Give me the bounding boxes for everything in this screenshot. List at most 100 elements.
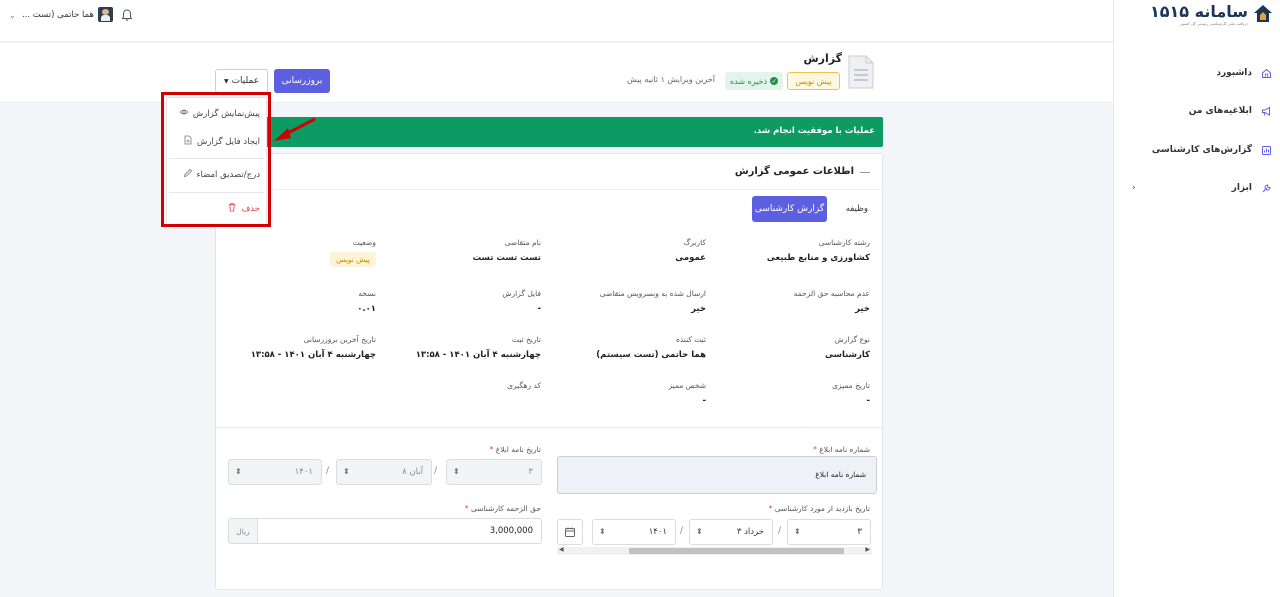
stepper-icon: ⬍ <box>696 527 703 536</box>
logo-subtitle: دریافت ملی کارشناسی رسمی کل کشور <box>1180 21 1248 26</box>
visit-date-day[interactable]: ⬍ ۳ <box>787 519 871 545</box>
notice-number-value: شماره نامه ابلاغ <box>815 470 866 479</box>
field-no-fee: عدم محاسبه حق الزحمه خیر <box>715 289 870 314</box>
stepper-icon: ⬍ <box>794 527 801 536</box>
alert-text: عملیات با موفقیت انجام شد. <box>753 126 875 136</box>
fee-value: 3,000,000 <box>489 526 533 536</box>
document-icon <box>846 54 876 90</box>
field-version: نسخه ۰.۰۱ <box>226 289 376 314</box>
notice-number-field[interactable]: شماره نامه ابلاغ <box>557 456 877 494</box>
fee-input[interactable]: 3,000,000 <box>256 518 542 544</box>
sidebar-item-label: داشبورد <box>1216 68 1252 78</box>
field-label: کد رهگیری <box>507 381 541 390</box>
annotation-highlight-box <box>161 92 271 227</box>
card-divider <box>216 189 882 190</box>
sidebar-item-dashboard[interactable]: داشبورد <box>1216 67 1272 79</box>
field-registrar: ثبت کننده هما حاتمی (تست سیستم) <box>551 335 706 360</box>
calendar-button[interactable] <box>557 519 583 545</box>
card-title: اطلاعات عمومی گزارش <box>734 166 854 177</box>
field-label: تاریخ ثبت <box>511 335 541 344</box>
field-value: - <box>702 396 706 406</box>
stepper-icon: ⬍ <box>599 527 606 536</box>
user-menu[interactable]: هما حاتمی (تست ... <box>22 7 114 22</box>
sidebar-item-tools[interactable]: ابزار <box>1232 182 1272 194</box>
visit-date-year[interactable]: ⬍ ۱۴۰۱ <box>592 519 676 545</box>
visit-month-value: ۳ خرداد <box>736 527 764 537</box>
field-label: ارسال شده به وبسرویس متقاضی <box>599 289 706 298</box>
scroll-right-arrow[interactable]: ▶ <box>865 546 870 553</box>
horizontal-scrollbar[interactable]: ◀ ▶ <box>557 546 872 555</box>
field-label: تاریخ ممیزی <box>832 381 870 390</box>
sidebar-item-label: ابزار <box>1231 183 1252 193</box>
tools-icon <box>1260 182 1272 194</box>
field-value: چهارشنبه ۴ آبان ۱۴۰۱ - ۱۳:۵۸ <box>250 350 376 360</box>
scroll-left-arrow[interactable]: ◀ <box>559 546 564 553</box>
field-value: - <box>537 304 541 314</box>
visit-date-label: تاریخ بازدید از مورد کارشناسی * <box>768 504 870 513</box>
scroll-thumb[interactable] <box>629 548 844 554</box>
field-status: وضعیت پیش نویس <box>226 238 376 267</box>
stepper-icon: ⬍ <box>343 467 350 476</box>
tab-task[interactable]: وظیفه <box>846 204 868 214</box>
fee-label: حق الزحمه کارشناسی * <box>464 504 541 513</box>
notice-date-month[interactable]: ⬍ ۸ آبان <box>336 459 432 485</box>
report-card: اطلاعات عمومی گزارش وظیفه گزارش کارشناسی… <box>215 153 883 590</box>
field-label: کاربرگ <box>683 238 706 247</box>
field-sent-webservice: ارسال شده به وبسرویس متقاضی خیر <box>551 289 706 314</box>
update-button[interactable]: بروزرسانی <box>274 69 330 93</box>
fee-unit: ریال <box>228 518 258 544</box>
field-applicant: نام متقاضی تست تست تست <box>386 238 541 263</box>
notice-year-value: ۱۴۰۱ <box>294 467 313 477</box>
field-label: ثبت کننده <box>675 335 706 344</box>
field-report-type: نوع گزارش کارشناسی <box>715 335 870 360</box>
field-worksheet: کاربرگ عمومی <box>551 238 706 263</box>
field-auditor: شخص ممیز - <box>551 381 706 406</box>
stepper-icon: ⬍ <box>453 467 460 476</box>
field-value: کارشناسی <box>824 350 870 360</box>
visit-day-value: ۳ <box>857 527 862 537</box>
notice-date-day[interactable]: ⬍ ۳ <box>446 459 542 485</box>
notice-date-label: تاریخ نامه ابلاغ * <box>489 445 541 454</box>
notice-date-year[interactable]: ⬍ ۱۴۰۱ <box>228 459 322 485</box>
visit-date-month[interactable]: ⬍ ۳ خرداد <box>689 519 773 545</box>
chevron-down-icon[interactable]: ⌄ <box>9 11 16 20</box>
page-title: گزارش <box>803 52 842 65</box>
field-value: تست تست تست <box>472 253 541 263</box>
field-expertise: رشته کارشناسی کشاورزی و منابع طبیعی <box>715 238 870 263</box>
date-separator: / <box>778 526 782 536</box>
section-divider <box>216 427 882 428</box>
last-edit-text: آخرین ویرایش ۱ ثانیه پیش <box>627 75 715 84</box>
notice-month-value: ۸ آبان <box>402 467 423 477</box>
field-label: شخص ممیز <box>668 381 706 390</box>
field-value: هما حاتمی (تست سیستم) <box>596 350 706 360</box>
date-separator: / <box>434 466 438 476</box>
field-value: خیر <box>855 304 870 314</box>
check-icon: ✓ <box>770 77 779 85</box>
field-value: خیر <box>691 304 706 314</box>
sidebar-item-label: گزارش‌های کارشناسی <box>1151 145 1252 155</box>
report-icon <box>1260 144 1272 156</box>
tab-expert-report[interactable]: گزارش کارشناسی <box>752 196 827 222</box>
field-value: - <box>866 396 870 406</box>
annotation-arrow-icon <box>274 117 316 141</box>
logo-text: سامانه ۱۵۱۵ <box>1150 2 1248 21</box>
sidebar-item-notices[interactable]: ابلاغیه‌های من <box>1189 105 1272 117</box>
home-icon <box>1260 67 1272 79</box>
title-dash <box>860 172 870 173</box>
saved-badge: ✓ ذخیره شده <box>725 72 783 90</box>
user-name: هما حاتمی (تست ... <box>22 9 95 20</box>
field-label: نوع گزارش <box>834 335 870 344</box>
caret-down-icon: ▼ <box>223 77 229 85</box>
notice-day-value: ۳ <box>528 467 533 477</box>
field-label: نسخه <box>358 289 376 298</box>
visit-year-value: ۱۴۰۱ <box>648 527 667 537</box>
field-tracking-code: کد رهگیری <box>386 381 541 396</box>
field-audit-date: تاریخ ممیزی - <box>715 381 870 406</box>
sidebar-item-reports[interactable]: گزارش‌های کارشناسی <box>1152 144 1272 156</box>
draft-badge: پیش نویس <box>787 72 840 90</box>
top-bar: ⌄ هما حاتمی (تست ... <box>0 0 1113 42</box>
logo[interactable]: سامانه ۱۵۱۵ دریافت ملی کارشناسی رسمی کل … <box>1150 3 1274 26</box>
bell-icon[interactable] <box>120 8 134 22</box>
operations-button[interactable]: عملیات ▼ <box>215 69 268 93</box>
chevron-left-icon[interactable]: › <box>1132 183 1136 193</box>
